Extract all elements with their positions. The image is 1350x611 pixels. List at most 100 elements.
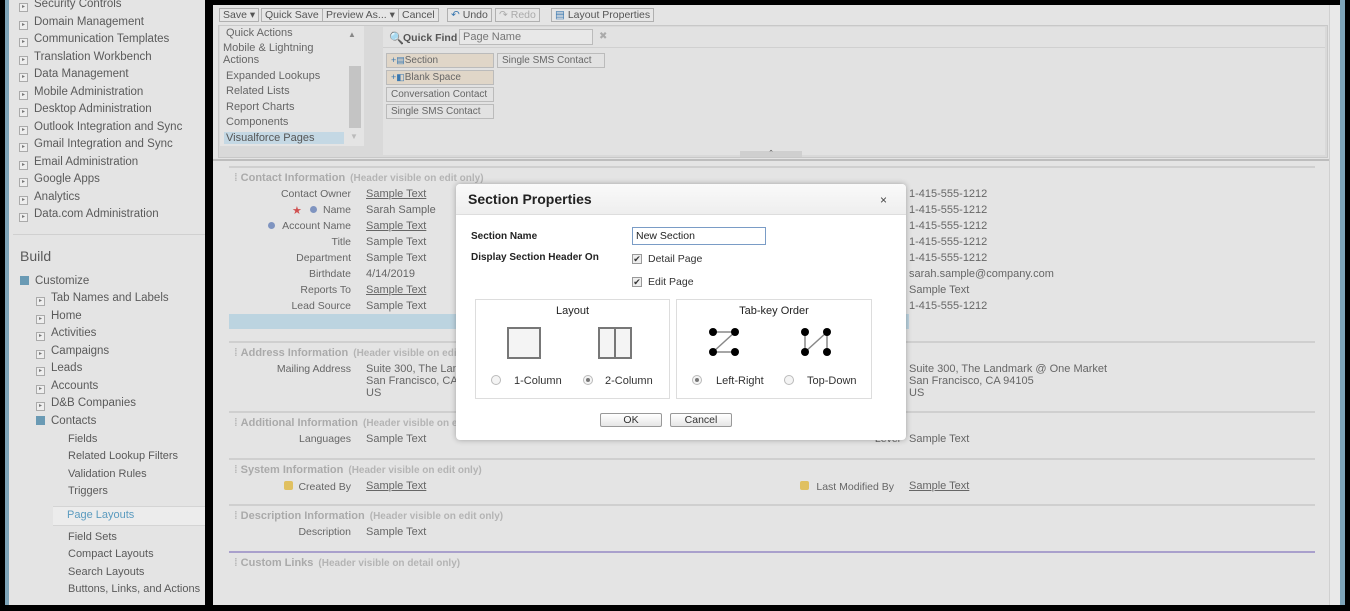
one-column-label: 1-Column — [514, 375, 562, 387]
sidebar-item[interactable]: Field Sets — [68, 531, 117, 543]
drag-handle-icon[interactable]: ⁞ — [234, 347, 238, 359]
setup-sidebar: ▸ Security Controls ▸ Domain Management ▸ Com… — [5, 0, 205, 605]
section-header-address[interactable]: ⁞ Address Information (Header visible on e… — [234, 347, 487, 359]
sidebar-item[interactable]: Compact Layouts — [68, 548, 154, 560]
field-value[interactable]: Sample Text — [366, 188, 426, 200]
category-item[interactable]: Quick Actions — [226, 27, 293, 39]
sidebar-item[interactable]: ▸ Leads — [36, 362, 82, 376]
sidebar-item[interactable]: ▸ Translation Workbench — [19, 51, 152, 65]
sidebar-item[interactable]: ▸ Mobile Administration — [19, 86, 143, 100]
sidebar-item[interactable]: ▸ D&B Companies — [36, 397, 136, 411]
quick-find-input[interactable] — [459, 29, 593, 45]
field-value[interactable]: Sample Text — [366, 284, 426, 296]
splitter[interactable] — [213, 159, 1330, 161]
sidebar-item[interactable]: ▸ Security Controls — [19, 0, 122, 12]
drag-handle-icon[interactable]: ⁞ — [234, 510, 238, 522]
field-value[interactable]: Sarah Sample — [366, 204, 436, 216]
scroll-up-icon[interactable]: ▲ — [348, 30, 356, 39]
sidebar-item[interactable]: Fields — [68, 433, 97, 445]
sidebar-item[interactable]: ▸ Activities — [36, 327, 96, 341]
sidebar-item[interactable]: ▸ Google Apps — [19, 173, 100, 187]
preview-as-button[interactable]: Preview As... ▾ — [322, 8, 399, 22]
sidebar-item-customize[interactable]: Customize — [20, 275, 89, 287]
category-item-selected[interactable]: Visualforce Pages — [224, 132, 344, 144]
two-column-icon — [598, 327, 632, 359]
sidebar-item[interactable]: ▸ Data.com Administration — [19, 208, 159, 222]
sidebar-item[interactable]: ▸ Email Administration — [19, 156, 138, 170]
cancel-button[interactable]: Cancel — [398, 8, 439, 22]
field-value[interactable]: Sample Text — [366, 236, 426, 248]
category-item[interactable]: Components — [226, 116, 288, 128]
sidebar-item[interactable]: ▸ Home — [36, 310, 82, 324]
field-label: Mailing Address — [276, 363, 351, 375]
drag-handle-icon[interactable]: ⁞ — [234, 172, 238, 184]
field-label: Birthdate — [308, 268, 351, 280]
top-down-radio[interactable] — [784, 375, 794, 385]
field-value[interactable]: Sample Text — [366, 252, 426, 264]
section-header-system[interactable]: ⁞ System Information (Header visible on ed… — [234, 464, 482, 476]
section-header-contact[interactable]: ⁞ Contact Information (Header visible on e… — [234, 172, 484, 184]
sidebar-item[interactable]: ▸ Gmail Integration and Sync — [19, 138, 173, 152]
field-value[interactable]: Sample Text — [366, 220, 426, 232]
sidebar-item-label: Desktop Administration — [34, 103, 152, 115]
close-icon[interactable]: × — [880, 193, 887, 207]
left-right-radio[interactable] — [692, 375, 702, 385]
palette-item[interactable]: Single SMS Contact — [386, 104, 494, 119]
section-header-custom_links[interactable]: ⁞ Custom Links (Header visible on detail o… — [234, 557, 460, 569]
sidebar-item[interactable]: Triggers — [68, 485, 108, 497]
palette-item[interactable]: +▤Section — [386, 53, 494, 68]
category-item[interactable]: Report Charts — [226, 101, 294, 113]
palette-item-label: Conversation Contact — [391, 89, 488, 100]
drag-handle-icon[interactable]: ⁞ — [234, 557, 238, 569]
sidebar-item[interactable]: Search Layouts — [68, 566, 144, 578]
sidebar-item[interactable]: Buttons, Links, and Actions — [68, 583, 200, 595]
field-value: Sample Text — [366, 433, 427, 445]
sidebar-item[interactable]: ▸ Desktop Administration — [19, 103, 152, 117]
clear-search-icon[interactable]: ✖ — [599, 31, 607, 42]
category-item[interactable]: Related Lists — [226, 85, 290, 97]
field-value[interactable]: 4/14/2019 — [366, 268, 415, 280]
drag-handle-icon[interactable]: ⁞ — [234, 417, 238, 429]
sidebar-item-selected[interactable]: Page Layouts — [67, 509, 134, 521]
field-value[interactable]: Sample Text — [366, 480, 426, 492]
ok-button[interactable]: OK — [600, 413, 662, 427]
two-column-radio[interactable] — [583, 375, 593, 385]
one-column-radio[interactable] — [491, 375, 501, 385]
sidebar-item[interactable]: ▸ Campaigns — [36, 345, 109, 359]
edit-page-checkbox[interactable]: ✔ — [632, 277, 642, 287]
sidebar-item[interactable]: ▸ Analytics — [19, 191, 80, 205]
palette-item[interactable]: +◧Blank Space — [386, 70, 494, 85]
cancel-dialog-button[interactable]: Cancel — [670, 413, 732, 427]
palette-item[interactable]: Conversation Contact — [386, 87, 494, 102]
quick-save-button[interactable]: Quick Save — [261, 8, 323, 22]
sidebar-item[interactable]: ▸ Outlook Integration and Sync — [19, 121, 182, 135]
redo-button[interactable]: ↷ Redo — [495, 8, 540, 22]
section-header-description[interactable]: ⁞ Description Information (Header visible … — [234, 510, 503, 522]
drag-handle-icon[interactable]: ⁞ — [234, 464, 238, 476]
scroll-down-icon[interactable]: ▼ — [350, 132, 358, 141]
category-scrollbar[interactable] — [349, 66, 361, 128]
collapse-palette-handle[interactable]: ⌃ — [740, 150, 802, 157]
field-value[interactable]: Sample Text — [909, 480, 969, 492]
sidebar-item[interactable]: ▸ Tab Names and Labels — [36, 292, 169, 306]
save-button[interactable]: Save ▾ — [219, 8, 260, 22]
sidebar-item[interactable]: ▸ Communication Templates — [19, 33, 169, 47]
field-value[interactable]: Sample Text — [366, 300, 426, 312]
category-item[interactable]: Expanded Lookups — [226, 70, 320, 82]
layout-properties-button[interactable]: ▤ Layout Properties — [551, 8, 655, 22]
expand-icon: ▸ — [36, 402, 45, 411]
sidebar-item[interactable]: ▸ Accounts — [36, 380, 98, 394]
undo-button[interactable]: ↶ Undo — [447, 8, 492, 22]
sidebar-item[interactable]: Related Lookup Filters — [68, 450, 178, 462]
field-label: Title — [331, 236, 351, 248]
page-scrollbar[interactable] — [1329, 5, 1340, 605]
sidebar-item[interactable]: ▸ Data Management — [19, 68, 129, 82]
one-column-icon — [507, 327, 541, 359]
palette-item[interactable]: Single SMS Contact — [497, 53, 605, 68]
sidebar-item[interactable]: Validation Rules — [68, 468, 147, 480]
category-item[interactable]: Mobile & Lightning Actions — [223, 42, 323, 66]
detail-page-checkbox[interactable]: ✔ — [632, 254, 642, 264]
sidebar-item-contacts[interactable]: Contacts — [36, 415, 96, 427]
section-name-input[interactable] — [632, 227, 766, 245]
sidebar-item[interactable]: ▸ Domain Management — [19, 16, 144, 30]
